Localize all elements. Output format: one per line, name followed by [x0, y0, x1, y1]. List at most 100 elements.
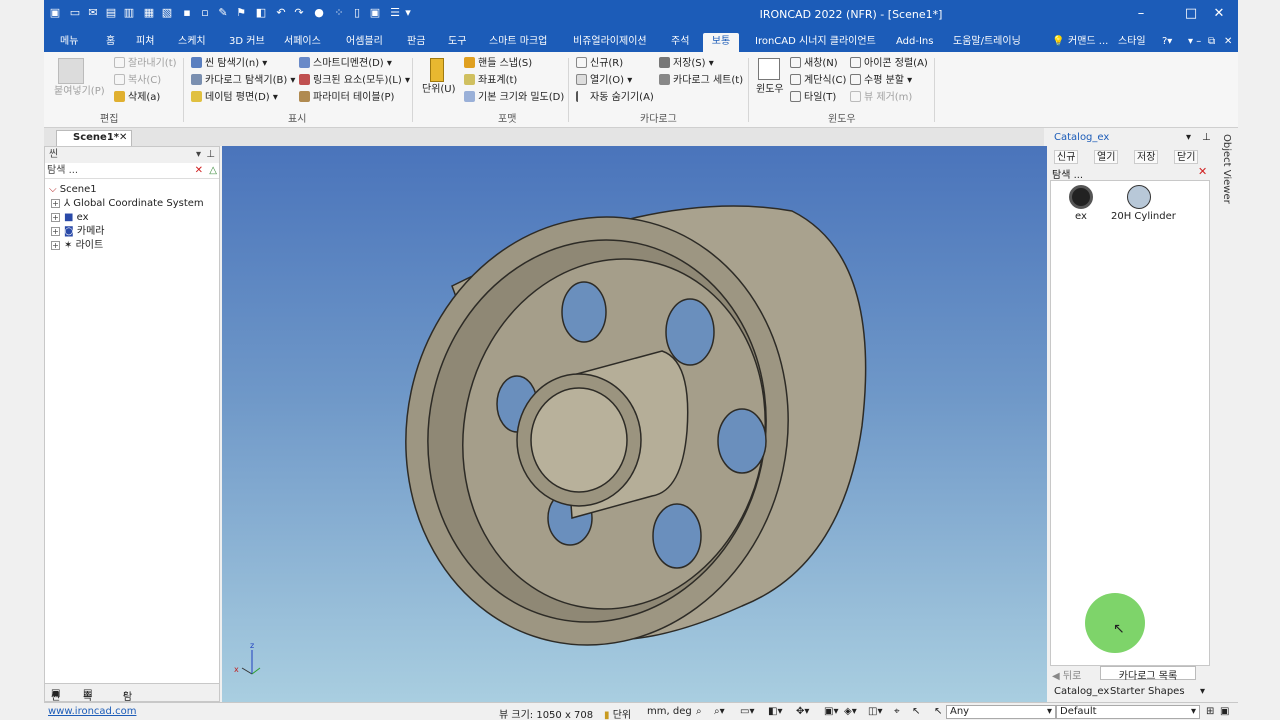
- parameter-table-button[interactable]: 파라미터 테이블(P): [299, 90, 394, 106]
- panel-dropdown-icon[interactable]: ▾: [196, 147, 201, 163]
- arrange-icons-button[interactable]: 아이콘 정렬(A): [850, 56, 928, 72]
- tab-visualization[interactable]: 비쥬얼라이제이션: [569, 33, 651, 52]
- panel-pin-icon[interactable]: ⊥: [206, 147, 215, 163]
- style-menu[interactable]: 스타일: [1114, 33, 1150, 52]
- units-indicator[interactable]: ▮ 단위: [604, 706, 631, 720]
- filter-icon[interactable]: △: [209, 163, 217, 179]
- back-button[interactable]: ◀ 뒤로: [1052, 667, 1081, 682]
- tab-assembly[interactable]: 어셈블리: [342, 33, 387, 52]
- object-viewer-tab[interactable]: Object Viewer: [1218, 134, 1232, 214]
- linked-elements-button[interactable]: 링크된 요소(모두)(L) ▾: [299, 73, 410, 89]
- catalog-open-tool[interactable]: 열기: [1094, 150, 1119, 164]
- auto-hide-button[interactable]: 자동 숨기기(A): [576, 90, 654, 106]
- tab-annotation[interactable]: 주석: [667, 33, 693, 52]
- paste-button[interactable]: 붙여넣기(P): [54, 84, 105, 100]
- selection-filter-select[interactable]: Any ▾: [946, 705, 1056, 719]
- expand-icon[interactable]: +: [51, 227, 60, 236]
- style-icon[interactable]: ◈▾: [844, 706, 857, 717]
- move-icon[interactable]: ✥▾: [796, 706, 809, 717]
- tab-sketch[interactable]: 스케치: [174, 33, 210, 52]
- remove-view-button[interactable]: 뷰 제거(m): [850, 90, 912, 106]
- tab-3d-curve[interactable]: 3D 커브: [225, 33, 269, 52]
- catalog-list-button[interactable]: 카다로그 목록: [1100, 666, 1196, 682]
- cut-button[interactable]: 잘라내기(t): [114, 56, 177, 72]
- tab-tools[interactable]: 도구: [444, 33, 470, 52]
- clipboard-icon[interactable]: [58, 58, 84, 84]
- tab-smart-markup[interactable]: 스마트 마크업: [485, 33, 551, 52]
- tab-catalog-ex[interactable]: Catalog_ex: [1054, 686, 1109, 697]
- command-search[interactable]: 커맨드 ...: [1064, 33, 1112, 52]
- tab-starter[interactable]: Starter: [1110, 686, 1145, 697]
- tab-help-training[interactable]: 도움말/트레이닝: [949, 33, 1025, 52]
- ribbon-options-icon[interactable]: ▾ –: [1184, 33, 1205, 52]
- handle-snap-button[interactable]: 핸들 스냅(S): [464, 56, 532, 72]
- scene-search-input[interactable]: 탐색 ... ✕ △: [45, 163, 219, 179]
- cascade-button[interactable]: 계단식(C): [790, 73, 846, 89]
- zoom-window-icon[interactable]: ⌕▾: [714, 706, 725, 717]
- tree-item-lights[interactable]: + ✶ 라이트: [51, 239, 103, 253]
- cylinder-thumbnail-icon[interactable]: [1127, 185, 1151, 209]
- expand-icon[interactable]: +: [51, 213, 60, 222]
- tab-home[interactable]: 홈: [102, 33, 119, 52]
- catalog-close-tool[interactable]: 닫기: [1174, 150, 1199, 164]
- website-link[interactable]: www.ironcad.com: [48, 706, 136, 717]
- catalog-save-tool[interactable]: 저장: [1134, 150, 1159, 164]
- ruler-icon[interactable]: [430, 58, 444, 82]
- tile-button[interactable]: 타일(T): [790, 90, 836, 106]
- copy-button[interactable]: 복사(C): [114, 73, 161, 89]
- select-icon[interactable]: ⌖: [894, 706, 900, 717]
- help-icon[interactable]: ?▾: [1158, 33, 1176, 52]
- close-tab-icon[interactable]: ✕: [119, 131, 127, 145]
- tree-item-global-coordinate-system[interactable]: + ⅄ Global Coordinate System: [51, 197, 204, 211]
- tabs-dropdown-icon[interactable]: ▾: [1200, 686, 1205, 697]
- tree-item-ex[interactable]: + ■ ex: [51, 211, 89, 225]
- arrow-select-icon[interactable]: ↖: [912, 706, 920, 717]
- catalog-new-button[interactable]: 신규(R): [576, 56, 623, 72]
- tab-sheet-metal[interactable]: 판금: [403, 33, 429, 52]
- style-select[interactable]: Default ▾: [1056, 705, 1200, 719]
- new-window-button[interactable]: 새창(N): [790, 56, 838, 72]
- clear-search-icon[interactable]: ✕: [195, 163, 203, 179]
- 3d-viewport[interactable]: z x: [222, 146, 1047, 702]
- tab-add-ins[interactable]: Add-Ins: [892, 33, 937, 52]
- expand-icon[interactable]: +: [51, 241, 60, 250]
- catalog-item-ex[interactable]: ex: [1075, 211, 1087, 222]
- pan-icon[interactable]: ▭▾: [740, 706, 754, 717]
- render-icon[interactable]: ▣▾: [824, 706, 838, 717]
- catalog-new-tool[interactable]: 신규: [1054, 150, 1079, 164]
- catalog-set-button[interactable]: 카다로그 세트(t): [659, 73, 743, 89]
- catalog-save-button[interactable]: 저장(S) ▾: [659, 56, 714, 72]
- datum-plane-button[interactable]: 데이텀 평면(D) ▾: [191, 90, 278, 106]
- ex-thumbnail-icon[interactable]: [1069, 185, 1093, 209]
- tab-menu[interactable]: 메뉴: [56, 33, 82, 52]
- coordinates-button[interactable]: 좌표계(t): [464, 73, 517, 89]
- grid-toggle-icon[interactable]: ⊞: [1206, 706, 1214, 717]
- pointer-icon[interactable]: ↖: [934, 706, 942, 717]
- panel-dropdown-icon[interactable]: ▾: [1186, 132, 1191, 143]
- restore-doc-icon[interactable]: ⧉: [1204, 33, 1219, 52]
- tree-item-camera[interactable]: + ◙ 카메라: [51, 225, 105, 239]
- units-button[interactable]: 단위(U): [422, 82, 456, 98]
- tab-synergy-client[interactable]: IronCAD 시너지 클라이언트: [751, 33, 880, 52]
- delete-button[interactable]: 삭제(a): [114, 90, 160, 106]
- minimize-button[interactable]: –: [1122, 3, 1160, 25]
- tab-general[interactable]: 보통: [703, 33, 739, 52]
- camera-toggle-icon[interactable]: ▣: [1220, 706, 1229, 717]
- tab-scene1[interactable]: Scene1* ✕: [56, 130, 132, 146]
- tree-item-scene1[interactable]: ⌵ Scene1: [49, 183, 97, 197]
- windows-icon[interactable]: [758, 58, 780, 80]
- close-doc-icon[interactable]: ✕: [1220, 33, 1236, 52]
- tab-surface[interactable]: 서페이스: [280, 33, 325, 52]
- tab-shapes[interactable]: Shapes: [1148, 686, 1185, 697]
- scene-browser-button[interactable]: 씬 탐색기(n) ▾: [191, 56, 267, 72]
- box-icon[interactable]: ◫▾: [868, 706, 882, 717]
- catalog-open-button[interactable]: 열기(O) ▾: [576, 73, 632, 89]
- tab-feature[interactable]: 피쳐: [132, 33, 158, 52]
- smart-dimension-button[interactable]: 스마트디멘젼(D) ▾: [299, 56, 392, 72]
- window-button[interactable]: 윈도우: [756, 82, 784, 98]
- wheel-model[interactable]: z x: [222, 146, 1047, 702]
- expand-icon[interactable]: +: [51, 199, 60, 208]
- catalog-item-20h-cylinder[interactable]: 20H Cylinder: [1111, 211, 1176, 222]
- zoom-icon[interactable]: ⌕: [696, 706, 702, 717]
- catalog-browser-button[interactable]: 카다로그 탐색기(B) ▾: [191, 73, 295, 89]
